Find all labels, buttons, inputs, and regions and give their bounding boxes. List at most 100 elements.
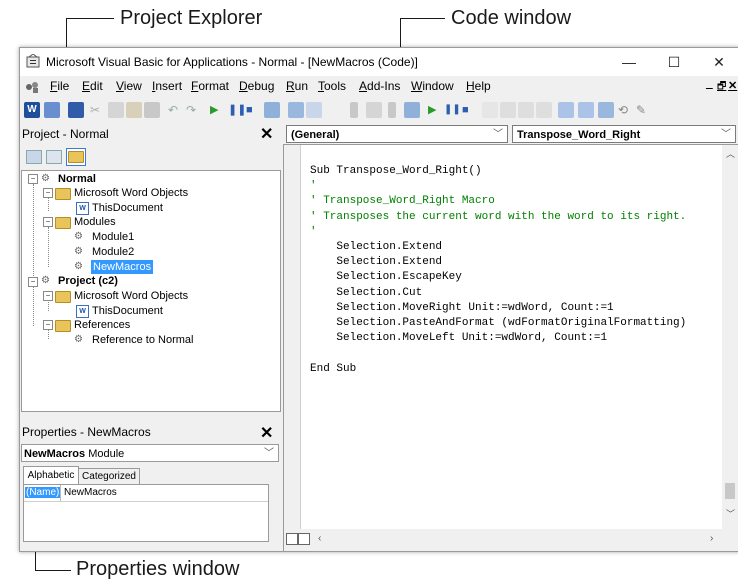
expand-word-objects-2-toggle[interactable]: − [43, 291, 53, 301]
doc-close-button[interactable]: ✕ [728, 79, 737, 92]
code-line[interactable]: Selection.Extend [310, 240, 442, 255]
property-name-value[interactable]: NewMacros [64, 487, 117, 498]
procedure-combo[interactable]: Transpose_Word_Right ﹀ [512, 125, 736, 143]
word-view-icon[interactable]: W [24, 102, 40, 118]
reset2-icon[interactable]: ■ [462, 102, 478, 118]
toggle-breakpoint-icon[interactable] [482, 102, 498, 118]
design-mode2-icon[interactable] [404, 102, 420, 118]
call-stack-icon[interactable]: ✎ [636, 102, 652, 118]
menu-edit[interactable]: Edit [82, 79, 103, 93]
redo-icon[interactable]: ↷ [186, 102, 202, 118]
tree-node-word-objects-2[interactable]: Microsoft Word Objects [74, 289, 188, 303]
code-line[interactable]: ' Transpose_Word_Right Macro [310, 194, 495, 209]
view-object-icon[interactable] [46, 150, 62, 164]
expand-project-toggle[interactable]: − [28, 277, 38, 287]
code-line[interactable]: ' [310, 179, 317, 194]
code-line[interactable]: Selection.EscapeKey [310, 270, 461, 285]
code-line[interactable]: Selection.PasteAndFormat (wdFormatOrigin… [310, 316, 686, 331]
cut-icon[interactable]: ✂ [90, 102, 106, 118]
close-window-button[interactable]: ✕ [699, 50, 738, 74]
tree-node-references[interactable]: References [74, 318, 130, 332]
vertical-scrollbar[interactable]: ︿ ﹀ [722, 145, 738, 529]
properties-icon[interactable] [306, 102, 322, 118]
maximize-button[interactable]: ☐ [654, 50, 694, 74]
tree-node-thisdocument-2[interactable]: ThisDocument [92, 304, 163, 318]
scroll-thumb[interactable] [725, 483, 735, 499]
doc-restore-button[interactable]: 🗗 [717, 79, 726, 96]
expand-normal-toggle[interactable]: − [28, 174, 38, 184]
code-line[interactable]: End Sub [310, 362, 356, 377]
design-mode-icon[interactable] [264, 102, 280, 118]
run-icon[interactable]: ▶ [210, 102, 226, 118]
project-panel-close-button[interactable]: ✕ [260, 124, 273, 144]
horizontal-scrollbar[interactable]: ‹ › [284, 529, 738, 551]
copy-icon[interactable] [108, 102, 124, 118]
menu-insert[interactable]: Insert [152, 79, 182, 93]
minimize-button[interactable]: — [609, 50, 649, 74]
break-icon[interactable]: ❚❚ [228, 102, 246, 118]
code-line[interactable]: Selection.MoveRight Unit:=wdWord, Count:… [310, 301, 613, 316]
project-explorer-icon[interactable] [288, 102, 304, 118]
full-module-view-icon[interactable] [298, 533, 310, 545]
expand-references-toggle[interactable]: − [43, 320, 53, 330]
code-line[interactable]: Selection.Extend [310, 255, 442, 270]
tree-node-project[interactable]: Project (c2) [58, 274, 118, 288]
tab-categorized[interactable]: Categorized [78, 468, 140, 485]
menu-window[interactable]: Window [411, 79, 454, 93]
run2-icon[interactable]: ▶ [428, 102, 444, 118]
menu-debug[interactable]: Debug [239, 79, 274, 93]
find-icon[interactable] [144, 102, 160, 118]
locals-window-icon[interactable] [558, 102, 574, 118]
immediate-window-icon[interactable] [578, 102, 594, 118]
tab-alphabetic[interactable]: Alphabetic [23, 466, 79, 485]
scroll-left-arrow-icon[interactable]: ‹ [318, 533, 321, 544]
reset-icon[interactable]: ■ [246, 102, 262, 118]
object-combo[interactable]: (General) ﹀ [286, 125, 508, 143]
tree-node-module1[interactable]: Module1 [92, 230, 134, 244]
code-line[interactable]: ' Transposes the current word with the w… [310, 210, 686, 225]
scroll-right-arrow-icon[interactable]: › [710, 533, 713, 544]
quick-watch-icon[interactable]: ⟲ [618, 102, 634, 118]
properties-object-select[interactable]: NewMacros Module ﹀ [21, 444, 279, 462]
watch-window-icon[interactable] [598, 102, 614, 118]
expand-modules-toggle[interactable]: − [43, 217, 53, 227]
property-name-label[interactable]: (Name) [25, 487, 61, 498]
tree-node-word-objects[interactable]: Microsoft Word Objects [74, 186, 188, 200]
view-code-icon[interactable] [26, 150, 42, 164]
menu-addins[interactable]: Add-Ins [359, 79, 400, 93]
menu-view[interactable]: View [116, 79, 142, 93]
undo-icon[interactable]: ↶ [168, 102, 184, 118]
toggle-folders-icon[interactable] [66, 148, 86, 166]
doc-minimize-button[interactable]: _ [706, 76, 713, 90]
paste-icon[interactable] [126, 102, 142, 118]
tree-node-reference-normal[interactable]: Reference to Normal [92, 333, 194, 347]
edit-toolbar-icon[interactable] [366, 102, 382, 118]
menu-format[interactable]: Format [191, 79, 229, 93]
break2-icon[interactable]: ❚❚ [444, 102, 461, 118]
tree-node-newmacros[interactable]: NewMacros [91, 260, 154, 274]
scroll-down-arrow-icon[interactable]: ﹀ [726, 507, 735, 520]
toolbar-overflow-icon[interactable] [350, 102, 358, 118]
properties-panel-close-button[interactable]: ✕ [260, 423, 273, 443]
step-over-icon[interactable] [518, 102, 534, 118]
menu-help[interactable]: Help [466, 79, 491, 93]
save-icon[interactable] [68, 102, 84, 118]
step-out-icon[interactable] [536, 102, 552, 118]
insert-module-icon[interactable] [44, 102, 60, 118]
step-into-icon[interactable] [500, 102, 516, 118]
tree-node-thisdocument[interactable]: ThisDocument [92, 201, 163, 215]
toolbar-overflow2-icon[interactable] [388, 102, 396, 118]
code-window[interactable]: Sub Transpose_Word_Right() ' ' Transpose_W… [283, 144, 738, 551]
code-line[interactable]: ' [310, 225, 317, 240]
scroll-up-arrow-icon[interactable]: ︿ [726, 147, 735, 160]
menu-tools[interactable]: Tools [318, 79, 346, 93]
code-line[interactable]: Selection.Cut [310, 286, 422, 301]
code-line[interactable]: Sub Transpose_Word_Right() [310, 164, 482, 179]
procedure-view-icon[interactable] [286, 533, 298, 545]
tree-node-normal[interactable]: Normal [58, 172, 96, 186]
tree-node-module2[interactable]: Module2 [92, 245, 134, 259]
menu-run[interactable]: Run [286, 79, 308, 93]
menu-file[interactable]: File [50, 79, 69, 93]
tree-node-modules[interactable]: Modules [74, 215, 116, 229]
code-line[interactable]: Selection.MoveLeft Unit:=wdWord, Count:=… [310, 331, 607, 346]
